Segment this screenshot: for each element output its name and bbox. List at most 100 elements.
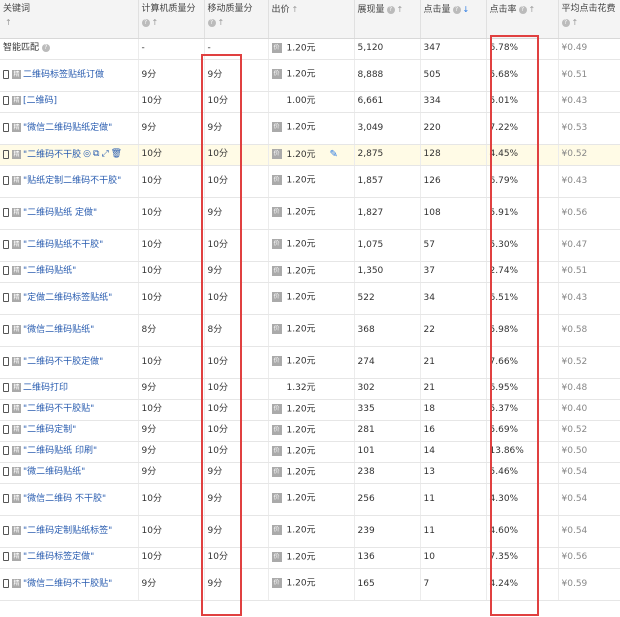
match-type-icon[interactable]: 精 [12, 207, 21, 217]
keyword-link[interactable]: "二维码不干胶贴" [23, 404, 94, 414]
match-type-icon[interactable]: 精 [12, 69, 21, 79]
keyword-link[interactable]: "二维码定制贴纸标签" [23, 526, 112, 536]
match-type-icon[interactable]: 精 [12, 96, 21, 105]
keyword-link[interactable]: "微信二维码贴纸定做" [23, 123, 112, 133]
bid-icon[interactable]: 价 [271, 445, 282, 456]
bid-cell[interactable]: 1.00元 [268, 91, 355, 113]
bid-cell[interactable]: 价 1.20元 [268, 197, 355, 230]
header-clicks[interactable]: 点击量? ↓ [420, 0, 487, 39]
match-type-icon[interactable]: 精 [12, 404, 21, 413]
question-circle-icon[interactable]: ? [141, 18, 150, 27]
match-type-icon[interactable]: 精 [12, 122, 21, 132]
sort-desc-icon[interactable]: ↓ [463, 5, 470, 14]
question-circle-icon[interactable]: ? [207, 18, 216, 27]
bid-icon[interactable]: 价 [271, 551, 282, 562]
header-ctr[interactable]: 点击率? ↑ [486, 0, 559, 39]
bid-cell[interactable]: 价 1.20元 [268, 399, 355, 421]
match-type-icon[interactable]: 精 [12, 149, 21, 159]
bid-icon[interactable]: 价 [271, 175, 282, 186]
match-type-icon[interactable]: 精 [12, 552, 21, 561]
keyword-link[interactable]: "二维码不干胶 [23, 150, 81, 160]
sort-icon[interactable]: ↑ [292, 5, 299, 14]
keyword-link[interactable]: "二维码贴纸 定做" [23, 208, 97, 218]
keyword-link[interactable]: "微信二维码不干胶贴" [23, 579, 112, 589]
keyword-link[interactable]: "二维码标签定做" [23, 552, 94, 562]
pencil-icon[interactable]: ✎ [330, 149, 338, 160]
bid-cell[interactable]: 价 1.20元 [268, 165, 355, 198]
chart-icon[interactable]: ⤢ [101, 149, 108, 160]
bid-icon[interactable]: 价 [271, 424, 282, 435]
bid-icon[interactable]: 价 [271, 356, 282, 367]
match-type-icon[interactable]: 精 [12, 383, 21, 392]
header-avg-cpc[interactable]: 平均点击花费? ↑ [558, 0, 620, 39]
copy-icon[interactable]: ⧉ [93, 149, 99, 160]
delete-icon[interactable]: 🗑 [111, 149, 122, 160]
bid-cell[interactable]: 价 1.20元 ✎ [268, 144, 355, 166]
bid-cell[interactable]: 价 1.20元 [268, 547, 355, 569]
keyword-link[interactable]: "微信二维码贴纸" [23, 325, 94, 335]
keyword-link[interactable]: "二维码贴纸 印刷" [23, 446, 97, 456]
bid-cell[interactable]: 价 1.20元 [268, 112, 355, 145]
match-type-icon[interactable]: 精 [12, 578, 21, 588]
keyword-link[interactable]: 二维码标签贴纸订做 [23, 70, 104, 80]
keyword-link[interactable]: "贴纸定制二维码不干胶" [23, 176, 121, 186]
header-mobile-quality[interactable]: 移动质量分? ↑ [204, 0, 269, 39]
target-icon[interactable]: ◎ [83, 149, 91, 160]
match-type-icon[interactable]: 精 [12, 446, 21, 455]
match-type-icon[interactable]: 精 [12, 356, 21, 366]
bid-cell[interactable]: 价 1.20元 [268, 261, 355, 283]
bid-icon[interactable]: 价 [271, 292, 282, 303]
question-circle-icon[interactable]: ? [518, 5, 527, 14]
keyword-link[interactable]: 二维码打印 [23, 383, 68, 393]
keyword-link[interactable]: "定做二维码标签贴纸" [23, 293, 112, 303]
header-bid[interactable]: 出价 ↑ [268, 0, 355, 39]
bid-icon[interactable]: 价 [271, 122, 282, 133]
bid-cell[interactable]: 价 1.20元 [268, 420, 355, 442]
match-type-icon[interactable]: 精 [12, 324, 21, 334]
bid-cell[interactable]: 价 1.20元 [268, 441, 355, 463]
keyword-link[interactable]: "二维码定制" [23, 425, 76, 435]
keyword-link[interactable]: [二维码] [23, 96, 57, 106]
bid-icon[interactable]: 价 [271, 265, 282, 276]
bid-cell[interactable]: 价 1.20元 [268, 229, 355, 262]
match-type-icon[interactable]: 精 [12, 266, 21, 275]
question-circle-icon[interactable]: ? [452, 5, 461, 14]
match-type-icon[interactable]: 精 [12, 525, 21, 535]
question-circle-icon[interactable]: ? [41, 43, 50, 52]
keyword-link[interactable]: "二维码贴纸不干胶" [23, 240, 103, 250]
bid-cell[interactable]: 价 1.20元 [268, 568, 355, 601]
bid-cell[interactable]: 价 1.20元 [268, 483, 355, 516]
bid-icon[interactable]: 价 [271, 149, 282, 159]
sort-icon[interactable]: ↑ [5, 18, 12, 27]
bid-cell[interactable]: 价 1.20元 [268, 314, 355, 347]
bid-cell[interactable]: 1.32元 [268, 378, 355, 400]
bid-icon[interactable]: 价 [271, 69, 282, 80]
header-impressions[interactable]: 展现量? ↑ [354, 0, 421, 39]
bid-cell[interactable]: 价 1.20元 [268, 38, 355, 60]
bid-icon[interactable]: 价 [271, 578, 282, 589]
bid-icon[interactable]: 价 [271, 324, 282, 335]
match-type-icon[interactable]: 精 [12, 425, 21, 434]
keyword-link[interactable]: "微信二维码 不干胶" [23, 494, 106, 504]
sort-icon[interactable]: ↑ [572, 18, 579, 27]
match-type-icon[interactable]: 精 [12, 239, 21, 249]
bid-icon[interactable]: 价 [271, 466, 282, 477]
bid-cell[interactable]: 价 1.20元 [268, 282, 355, 315]
match-type-icon[interactable]: 精 [12, 467, 21, 476]
question-circle-icon[interactable]: ? [561, 18, 570, 27]
bid-icon[interactable]: 价 [271, 239, 282, 250]
match-type-icon[interactable]: 精 [12, 175, 21, 185]
bid-icon[interactable]: 价 [271, 42, 282, 53]
bid-cell[interactable]: 价 1.20元 [268, 515, 355, 548]
keyword-link[interactable]: "二维码贴纸" [23, 266, 76, 276]
bid-icon[interactable]: 价 [271, 525, 282, 536]
question-circle-icon[interactable]: ? [386, 5, 395, 14]
match-type-icon[interactable]: 精 [12, 292, 21, 302]
match-type-icon[interactable]: 精 [12, 493, 21, 503]
header-pc-quality[interactable]: 计算机质量分? ↑ [138, 0, 205, 39]
sort-icon[interactable]: ↑ [152, 18, 159, 27]
bid-icon[interactable]: 价 [271, 207, 282, 218]
header-keyword[interactable]: 关键词 ↑ [0, 0, 139, 39]
sort-icon[interactable]: ↑ [529, 5, 536, 14]
sort-icon[interactable]: ↑ [218, 18, 225, 27]
